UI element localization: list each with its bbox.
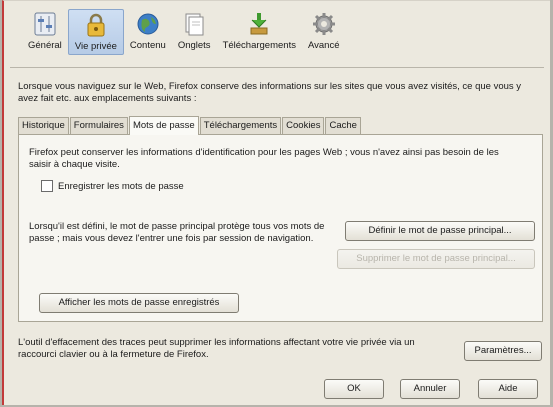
tab-history[interactable]: Historique <box>18 117 69 134</box>
toolbar-advanced[interactable]: Avancé <box>302 9 346 55</box>
toolbar-separator <box>10 67 544 68</box>
toolbar-content[interactable]: Contenu <box>124 9 172 55</box>
options-toolbar: Général Vie privée Contenu Onglets Téléc… <box>22 9 345 55</box>
toolbar-content-label: Contenu <box>129 40 166 51</box>
toolbar-advanced-label: Avancé <box>307 40 340 51</box>
toolbar-general-label: Général <box>28 40 62 51</box>
passwords-panel: Firefox peut conserver les informations … <box>18 134 543 322</box>
remember-passwords-checkbox[interactable] <box>41 180 53 192</box>
settings-button[interactable]: Paramètres... <box>464 341 542 361</box>
toolbar-privacy[interactable]: Vie privée <box>67 9 124 55</box>
privacy-intro-text: Lorsque vous naviguez sur le Web, Firefo… <box>18 81 522 104</box>
general-icon <box>32 11 58 37</box>
toolbar-downloads[interactable]: Téléchargements <box>217 9 302 55</box>
gear-icon <box>311 11 337 37</box>
downloads-icon <box>246 11 272 37</box>
toolbar-tabs[interactable]: Onglets <box>172 9 217 55</box>
tab-passwords[interactable]: Mots de passe <box>128 116 199 135</box>
toolbar-general[interactable]: Général <box>22 9 68 55</box>
help-button[interactable]: Aide <box>478 379 538 399</box>
set-master-password-button[interactable]: Définir le mot de passe principal... <box>345 221 535 241</box>
privacy-lock-icon <box>83 12 109 38</box>
tab-cookies[interactable]: Cookies <box>282 117 325 134</box>
ok-button[interactable]: OK <box>324 379 384 399</box>
master-password-description: Lorsqu'il est défini, le mot de passe pr… <box>29 221 325 244</box>
show-saved-passwords-button[interactable]: Afficher les mots de passe enregistrés <box>39 293 239 313</box>
remember-passwords-row[interactable]: Enregistrer les mots de passe <box>41 180 184 192</box>
toolbar-privacy-label: Vie privée <box>74 41 117 52</box>
options-window: Général Vie privée Contenu Onglets Téléc… <box>2 0 550 405</box>
privacy-tabs: Historique Formulaires Mots de passe Tél… <box>18 116 362 135</box>
tab-downloads[interactable]: Téléchargements <box>199 117 282 134</box>
remove-master-password-button[interactable]: Supprimer le mot de passe principal... <box>337 249 535 269</box>
toolbar-downloads-label: Téléchargements <box>222 40 296 51</box>
passwords-description: Firefox peut conserver les informations … <box>29 147 499 170</box>
cancel-button[interactable]: Annuler <box>400 379 460 399</box>
globe-icon <box>135 11 161 37</box>
tab-forms[interactable]: Formulaires <box>69 117 128 134</box>
remember-passwords-label: Enregistrer les mots de passe <box>58 180 184 192</box>
clear-data-description: L'outil d'effacement des traces peut sup… <box>18 337 415 360</box>
tab-cache[interactable]: Cache <box>325 117 361 134</box>
toolbar-tabs-label: Onglets <box>177 40 211 51</box>
tabs-icon <box>181 11 207 37</box>
